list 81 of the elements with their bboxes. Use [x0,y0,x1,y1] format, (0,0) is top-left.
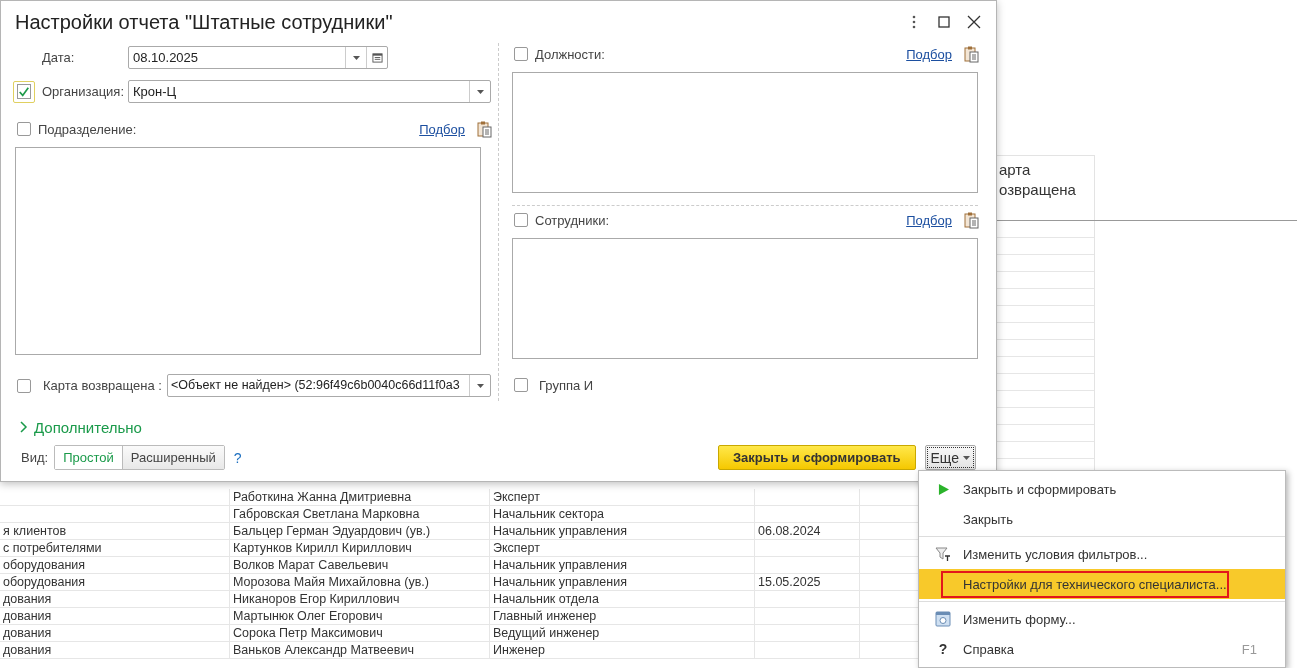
table-cell-text: Главный инженер [492,608,598,624]
table-cell-text: 06.08.2024 [757,523,822,539]
checkbox[interactable] [514,213,528,227]
caret-icon [352,55,360,60]
calendar-icon [371,52,383,63]
shortcut-label: F1 [1241,641,1257,657]
help-link[interactable]: ? [233,449,242,466]
close-icon[interactable] [966,14,982,30]
field-label: Организация: [42,84,126,99]
table-cell-text: Начальник сектора [492,506,606,522]
checkbox[interactable] [17,378,31,393]
field-label: Дата: [42,50,76,65]
list-box[interactable] [512,238,978,359]
table-cell-text: Эксперт [492,489,541,505]
table-cell-text: дования [2,591,53,607]
table-cell-text: с потребителями [2,540,103,556]
pick-link[interactable]: Подбор [906,46,952,62]
card-returned-field[interactable]: <Объект не найден> (52:96f49c6b0040c66d11f0a3 [167,374,491,397]
pick-link[interactable]: Подбор [419,121,465,137]
menu-item[interactable]: Изменить условия фильтров... [919,539,1285,569]
form-icon [935,611,951,627]
caret-icon [963,455,970,460]
menu-item[interactable]: Изменить форму... [919,604,1285,634]
maximize-icon[interactable] [936,14,952,30]
table-cell-text: Мартынюк Олег Егорович [232,608,384,624]
table-cell-text: Начальник управления [492,574,628,590]
menu-item[interactable]: Закрыть и сформировать [919,474,1285,504]
table-cell-text: Начальник управления [492,557,628,573]
chevron-right-icon [19,421,28,433]
table-cell-text: Волков Марат Савельевич [232,557,390,573]
table-cell-text: Габровская Светлана Марковна [232,506,421,522]
caret-icon [476,89,484,94]
clipboard-icon[interactable] [477,120,492,138]
generate-button[interactable]: Закрыть и сформировать [717,445,916,470]
checkbox[interactable] [514,378,528,392]
table-cell-text: Бальцер Герман Эдуардович (ув.) [232,523,432,539]
table-cell-text: 15.05.2025 [757,574,822,590]
menu-item[interactable]: Закрыть [919,504,1285,534]
checkbox[interactable] [17,122,31,136]
help-icon: ? [938,641,948,657]
view-label: Вид: [21,450,49,465]
table-cell-text: Ведущий инженер [492,625,601,641]
checkbox[interactable] [514,47,528,61]
filter-icon [935,546,951,562]
table-cell-text: Инженер [492,642,546,658]
check-icon [18,85,30,98]
table-cell-text: Начальник отдела [492,591,600,607]
table-cell-text: я клиентов [2,523,68,539]
field-label: Карта возвращена : [43,378,163,393]
field-label: Должности: [535,46,605,62]
table-cell-text: Ваньков Александр Матвеевич [232,642,415,658]
table-cell-text: Никаноров Егор Кириллович [232,591,401,607]
field-label: Группа И [539,377,594,393]
organization-field[interactable]: Крон-Ц [128,80,491,103]
field-label: Подразделение: [38,121,137,137]
table-cell-text: оборудования [2,574,87,590]
list-box[interactable] [512,72,978,193]
clipboard-icon[interactable] [964,211,979,229]
pick-link[interactable]: Подбор [906,212,952,228]
highlight-frame: Настройки для технического специалиста... [941,570,1229,598]
field-label: Сотрудники: [535,212,610,228]
table-cell-text: Картунков Кирилл Кириллович [232,540,413,556]
menu-item[interactable]: ? Справка F1 [919,634,1285,664]
menu-item[interactable]: Настройки для технического специалиста... [919,569,1285,599]
table-cell-text: Работкина Жанна Дмитриевна [232,489,413,505]
clipboard-icon[interactable] [964,45,979,63]
caret-icon [476,383,484,388]
table-cell-text: оборудования [2,557,87,573]
table-cell-text: дования [2,625,53,641]
section-toggle[interactable]: Дополнительно [19,417,142,437]
table-cell-text: Начальник управления [492,523,628,539]
more-button[interactable]: Еще [924,445,976,470]
table-cell-text: Морозова Майя Михайловна (ув.) [232,574,430,590]
view-option[interactable]: Расширенный [121,446,224,469]
window-title: Настройки отчета "Штатные сотрудники" [15,10,394,34]
table-cell-text: Сорока Петр Максимович [232,625,384,641]
checkbox[interactable] [13,80,35,103]
date-field[interactable]: 08.10.2025 [128,46,388,69]
table-cell-text: Эксперт [492,540,541,556]
table-cell-text: дования [2,608,53,624]
table-cell-text: дования [2,642,53,658]
